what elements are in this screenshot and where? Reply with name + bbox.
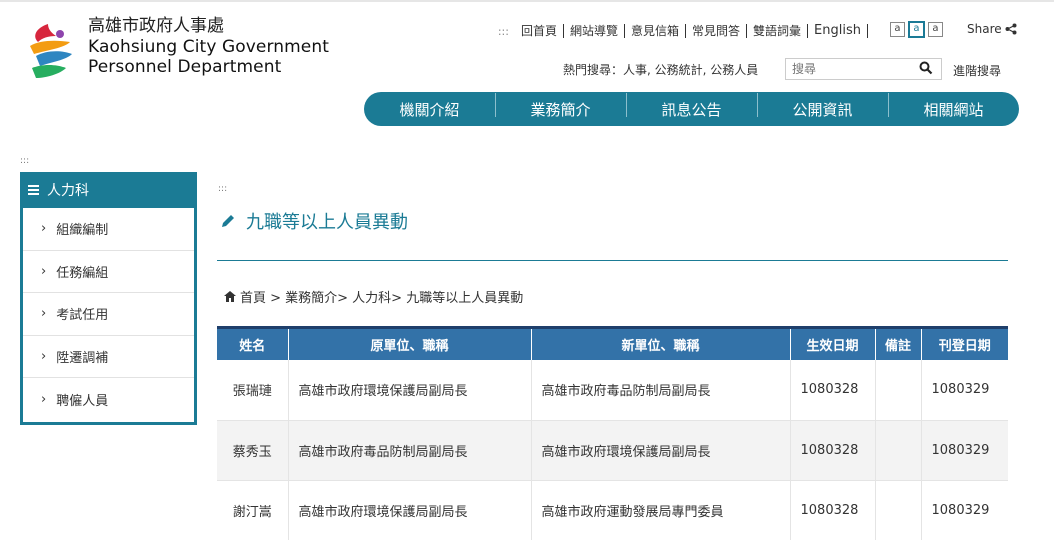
main-navigation: 機關介紹 業務簡介 訊息公告 公開資訊 相關網站 (364, 92, 1019, 126)
cell-remarks (874, 359, 921, 421)
cell-remarks (874, 480, 921, 540)
cell-original-unit: 高雄市政府環境保護局副局長 (287, 359, 531, 421)
sitemap-link[interactable]: 網站導覽 (564, 24, 625, 38)
nav-business[interactable]: 業務簡介 (495, 92, 626, 120)
cell-original-unit: 高雄市政府環境保護局副局長 (287, 480, 531, 540)
page-title: 九職等以上人員異動 (220, 208, 408, 234)
title-divider (217, 260, 1008, 261)
column-header-publish-date: 刊登日期 (920, 327, 1008, 360)
accesskey-top[interactable]: ::: (498, 25, 509, 38)
sidebar-item-label: 聘僱人員 (56, 393, 109, 409)
utility-links: ::: 回首頁 網站導覽 意見信箱 常見問答 雙語詞彙 English (498, 24, 868, 38)
cell-new-unit: 高雄市政府毒品防制局副局長 (530, 359, 790, 421)
pencil-icon (222, 215, 234, 227)
nav-related-sites[interactable]: 相關網站 (888, 92, 1019, 120)
chevron-right-icon: › (41, 348, 47, 364)
sidebar-item-label: 組織編制 (56, 223, 109, 239)
logo-chinese-name: 高雄市政府人事處 (88, 16, 224, 36)
column-header-effective-date: 生效日期 (789, 327, 875, 360)
sidebar: 人力科 › 組織編制 › 任務編組 › 考試任用 › 陞遷調補 › 聘僱人員 (20, 172, 197, 425)
table-row: 張瑞璉 高雄市政府環境保護局副局長 高雄市政府毒品防制局副局長 1080328 … (217, 359, 1008, 421)
english-link[interactable]: English (808, 24, 868, 38)
logo-english-name-line1: Kaohsiung City Government (88, 37, 330, 57)
cell-new-unit: 高雄市政府環境保護局副局長 (530, 420, 790, 481)
city-emblem-icon (30, 24, 72, 78)
chevron-right-icon: › (41, 391, 47, 407)
feedback-link[interactable]: 意見信箱 (625, 24, 687, 38)
sidebar-item-label: 陞遷調補 (56, 350, 109, 366)
cell-name: 張瑞璉 (217, 359, 288, 421)
search-input[interactable] (786, 59, 906, 79)
sidebar-header: 人力科 (20, 172, 197, 208)
cell-original-unit: 高雄市政府毒品防制局副局長 (287, 420, 531, 481)
personnel-change-table: 姓名 原單位、職稱 新單位、職稱 生效日期 備註 刊登日期 張瑞璉 高雄市政府環… (217, 326, 1008, 540)
chevron-right-icon: › (41, 263, 47, 279)
share-icon (1005, 23, 1017, 35)
page-title-text: 九職等以上人員異動 (246, 212, 408, 233)
hot-search-keywords[interactable]: 熱門搜尋：人事, 公務統計, 公務人員 (563, 61, 758, 78)
cell-publish-date: 1080329 (920, 359, 1008, 421)
accesskey-content[interactable]: ::: (218, 184, 227, 194)
cell-effective-date: 1080328 (789, 359, 875, 421)
cell-effective-date: 1080328 (789, 420, 875, 481)
cell-effective-date: 1080328 (789, 480, 875, 540)
site-logo[interactable]: 高雄市政府人事處 Kaohsiung City Government Perso… (26, 18, 346, 88)
font-small-button[interactable]: a (890, 22, 905, 37)
breadcrumb: 首頁 > 業務簡介> 人力科> 九職等以上人員異動 (224, 287, 523, 306)
nav-about[interactable]: 機關介紹 (364, 99, 495, 120)
logo-english-name-line2: Personnel Department (88, 57, 282, 77)
font-size-switcher: a a a (890, 21, 943, 38)
breadcrumb-text[interactable]: 首頁 > 業務簡介> 人力科> 九職等以上人員異動 (240, 287, 523, 306)
sidebar-item-promotion-transfer[interactable]: › 陞遷調補 (23, 336, 194, 378)
nav-news[interactable]: 訊息公告 (626, 92, 757, 120)
accesskey-left[interactable]: ::: (20, 156, 29, 166)
search-icon[interactable] (919, 61, 933, 75)
home-link[interactable]: 回首頁 (515, 24, 564, 38)
sidebar-title: 人力科 (47, 183, 89, 199)
table-row: 蔡秀玉 高雄市政府毒品防制局副局長 高雄市政府環境保護局副局長 1080328 … (217, 420, 1008, 481)
sidebar-item-organization[interactable]: › 組織編制 (23, 208, 194, 251)
search-box (785, 58, 942, 80)
font-medium-button[interactable]: a (908, 21, 925, 38)
home-icon (224, 291, 236, 302)
glossary-link[interactable]: 雙語詞彙 (747, 24, 809, 38)
column-header-original-unit: 原單位、職稱 (287, 327, 531, 360)
sidebar-item-contract-staff[interactable]: › 聘僱人員 (23, 378, 194, 421)
chevron-right-icon: › (41, 306, 47, 322)
sidebar-item-exam-appointment[interactable]: › 考試任用 (23, 293, 194, 336)
column-header-remarks: 備註 (874, 327, 921, 360)
table-row: 謝汀嵩 高雄市政府環境保護局副局長 高雄市政府運動發展局專門委員 1080328… (217, 480, 1008, 540)
sidebar-item-label: 任務編組 (56, 265, 109, 281)
column-header-name: 姓名 (239, 338, 266, 354)
cell-name: 謝汀嵩 (217, 480, 288, 540)
chevron-right-icon: › (41, 221, 47, 237)
sidebar-item-task-groups[interactable]: › 任務編組 (23, 251, 194, 293)
cell-remarks (874, 420, 921, 481)
cell-publish-date: 1080329 (920, 480, 1008, 540)
font-large-button[interactable]: a (928, 22, 943, 37)
cell-name: 蔡秀玉 (217, 420, 288, 481)
share-label: Share (967, 22, 1002, 36)
cell-publish-date: 1080329 (920, 420, 1008, 481)
column-header-new-unit: 新單位、職稱 (530, 327, 790, 360)
cell-new-unit: 高雄市政府運動發展局專門委員 (530, 480, 790, 540)
table-header-row: 姓名 原單位、職稱 新單位、職稱 生效日期 備註 刊登日期 (217, 327, 1008, 360)
share-button[interactable]: Share (967, 22, 1017, 36)
menu-icon (28, 185, 39, 195)
top-border (0, 0, 1054, 2)
nav-public-info[interactable]: 公開資訊 (757, 92, 888, 120)
advanced-search-link[interactable]: 進階搜尋 (953, 62, 1001, 79)
sidebar-item-label: 考試任用 (56, 308, 109, 324)
faq-link[interactable]: 常見問答 (686, 24, 748, 38)
